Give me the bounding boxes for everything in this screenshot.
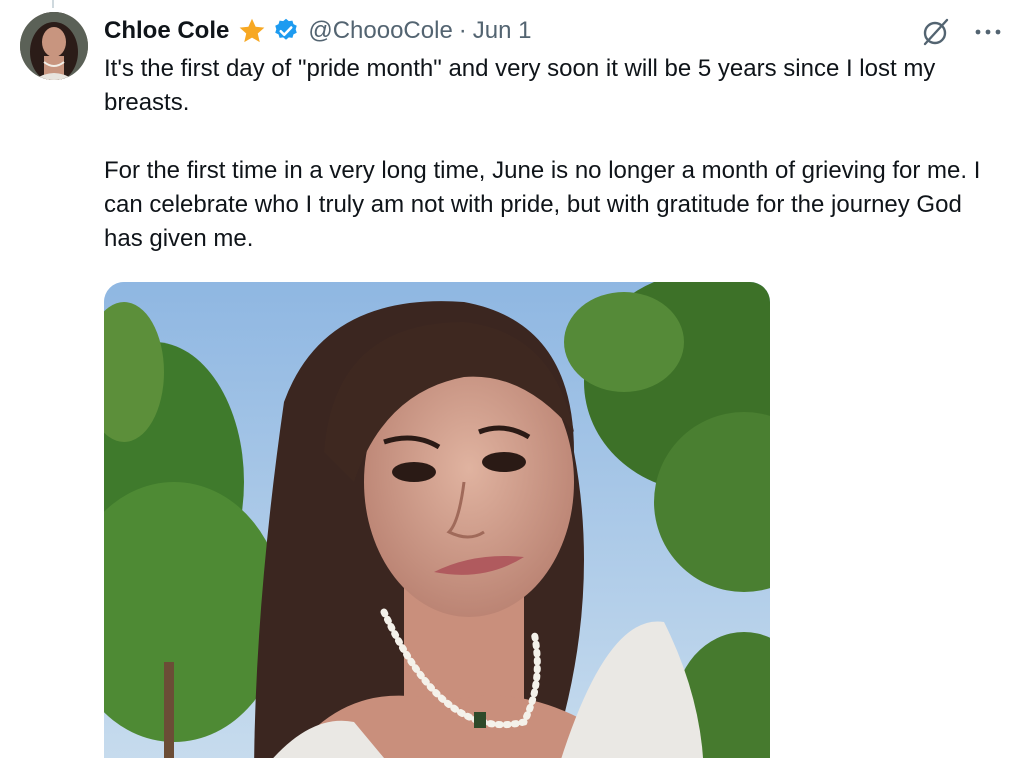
tweet-date[interactable]: Jun 1 xyxy=(473,16,532,46)
tweet-photo[interactable] xyxy=(104,282,770,758)
tweet-actions xyxy=(920,16,1004,48)
thread-line xyxy=(52,0,54,8)
author-name[interactable]: Chloe Cole xyxy=(104,16,229,46)
tweet: Chloe Cole @ChoooCole · Jun 1 It's the f… xyxy=(0,0,1024,758)
separator-dot: · xyxy=(458,17,467,44)
star-icon xyxy=(237,16,267,46)
more-icon[interactable] xyxy=(972,16,1004,48)
tweet-text: It's the first day of "pride month" and … xyxy=(104,55,981,252)
verified-icon xyxy=(272,17,300,45)
grok-icon[interactable] xyxy=(920,16,952,48)
avatar[interactable] xyxy=(20,12,88,80)
tweet-header: Chloe Cole @ChoooCole · Jun 1 xyxy=(104,14,1004,48)
author-handle[interactable]: @ChoooCole xyxy=(308,16,452,46)
